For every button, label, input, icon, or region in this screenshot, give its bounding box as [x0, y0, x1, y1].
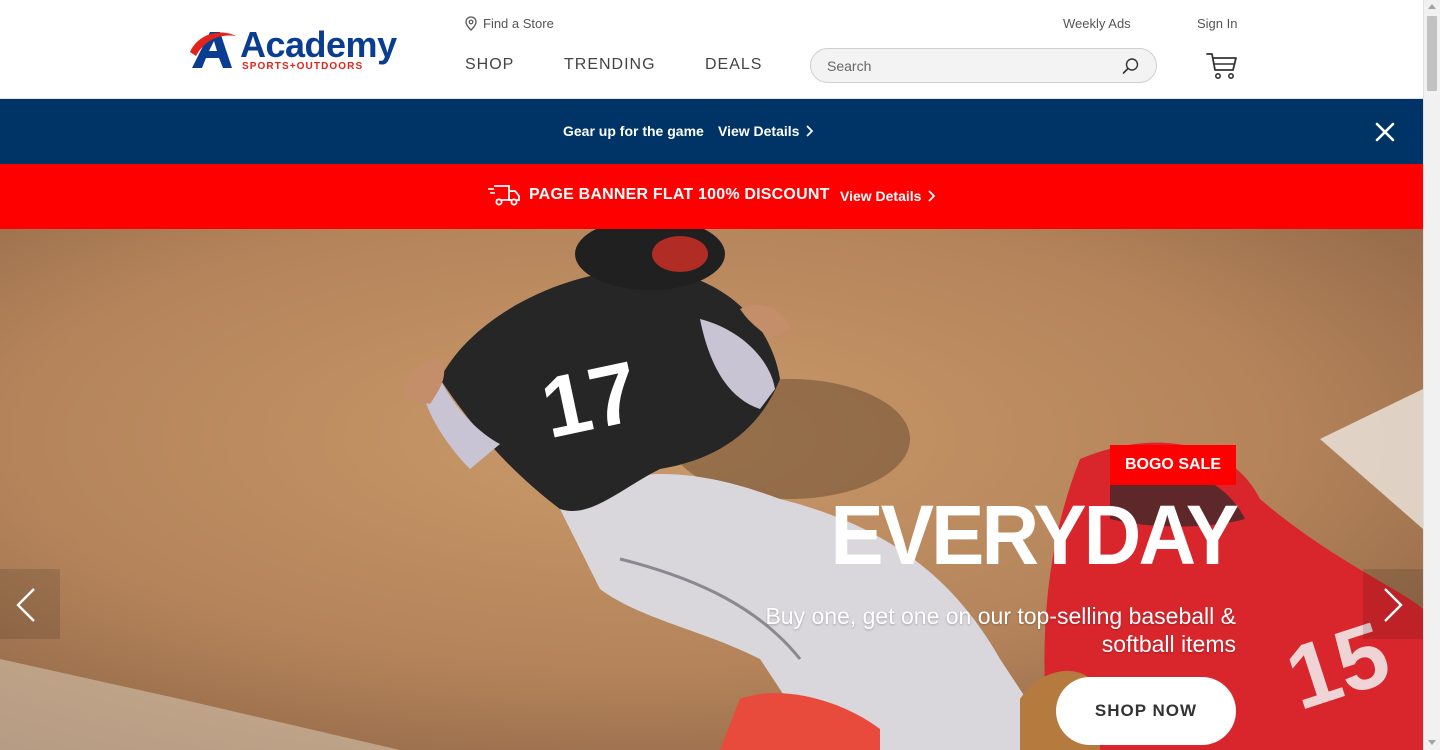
- chevron-right-icon: [806, 125, 814, 137]
- close-icon[interactable]: [1372, 119, 1398, 145]
- jersey-number: 17: [533, 343, 647, 457]
- cart-icon[interactable]: [1206, 52, 1238, 80]
- nav-trending[interactable]: TRENDING: [564, 56, 656, 74]
- find-a-store-link[interactable]: Find a Store: [465, 16, 554, 31]
- shop-now-button[interactable]: SHOP NOW: [1056, 677, 1236, 745]
- chevron-right-icon: [1384, 588, 1403, 622]
- find-a-store-label: Find a Store: [483, 16, 554, 31]
- promo-primary-text: Gear up for the game: [563, 123, 704, 139]
- promo-secondary-text: PAGE BANNER FLAT 100% DISCOUNT: [529, 186, 830, 203]
- scroll-down-arrow-icon[interactable]: [1428, 740, 1436, 745]
- search-icon[interactable]: [1122, 57, 1140, 75]
- promo-primary-view-details-link[interactable]: View Details: [718, 123, 814, 139]
- promo-banner-secondary: PAGE BANNER FLAT 100% DISCOUNT View Deta…: [0, 164, 1423, 229]
- search-box: [810, 48, 1157, 83]
- map-pin-icon: [465, 16, 477, 31]
- search-input[interactable]: [827, 57, 1107, 75]
- bogo-sale-badge: BOGO SALE: [1110, 445, 1236, 485]
- hero-title: EVERYDAY: [830, 488, 1239, 582]
- promo-banner-primary: Gear up for the game View Details: [0, 99, 1423, 164]
- delivery-truck-icon: [488, 185, 520, 206]
- hero-subtitle: Buy one, get one on our top-selling base…: [765, 603, 1236, 657]
- chevron-left-icon: [16, 588, 35, 622]
- chevron-right-icon: [928, 190, 936, 202]
- promo-secondary-view-details-link[interactable]: View Details: [840, 188, 936, 204]
- hero-carousel: 15 17 BOGO SALE EVERYDAY Buy one, get on…: [0, 229, 1423, 750]
- logo-wordmark: Academy: [240, 24, 397, 65]
- page-scrollbar[interactable]: [1423, 0, 1440, 750]
- promo-primary-link-label: View Details: [718, 123, 800, 139]
- academy-a-mark-icon: [190, 32, 236, 68]
- logo-tagline: SPORTS+OUTDOORS: [242, 61, 364, 72]
- page: Academy SPORTS+OUTDOORS Find a Store Wee…: [0, 0, 1440, 750]
- nav-shop[interactable]: SHOP: [465, 56, 514, 74]
- promo-secondary-link-label: View Details: [840, 188, 922, 204]
- site-header: Academy SPORTS+OUTDOORS Find a Store Wee…: [0, 0, 1423, 99]
- weekly-ads-link[interactable]: Weekly Ads: [1063, 16, 1131, 31]
- carousel-next-button[interactable]: [1363, 569, 1423, 639]
- sign-in-link[interactable]: Sign In: [1197, 16, 1237, 31]
- scroll-up-arrow-icon[interactable]: [1428, 4, 1436, 9]
- scrollbar-thumb[interactable]: [1427, 16, 1437, 91]
- academy-logo[interactable]: Academy SPORTS+OUTDOORS: [188, 24, 420, 74]
- nav-deals[interactable]: DEALS: [705, 56, 762, 74]
- carousel-prev-button[interactable]: [0, 569, 60, 639]
